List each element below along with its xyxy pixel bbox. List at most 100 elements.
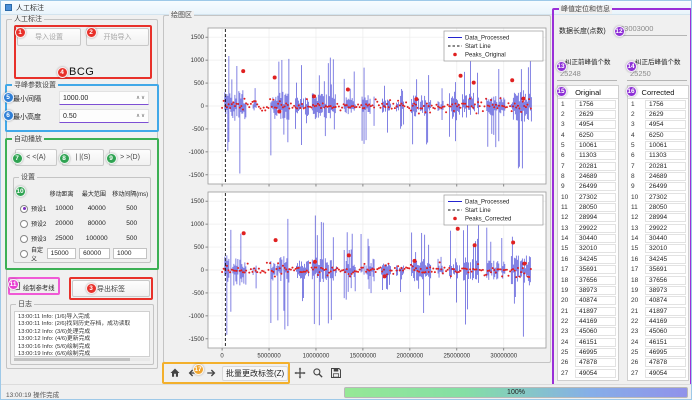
table-row: 11756 bbox=[558, 99, 618, 109]
table-row: 2141897 bbox=[558, 306, 618, 316]
annotation-circle-15: 15 bbox=[556, 86, 567, 97]
data-length-label: 数据长度(点数) bbox=[559, 26, 606, 36]
spin-down-icon[interactable]: ∨ bbox=[141, 113, 145, 119]
forward-arrow-icon[interactable] bbox=[204, 367, 217, 380]
table-row: 1735691 bbox=[558, 265, 618, 275]
peak-value-cell[interactable]: 10061 bbox=[645, 141, 686, 150]
preset-value[interactable]: 1000 bbox=[113, 248, 147, 259]
peak-value-cell[interactable]: 6250 bbox=[575, 131, 616, 140]
peak-value-cell[interactable]: 20281 bbox=[645, 162, 686, 171]
peak-value-cell[interactable]: 32010 bbox=[575, 244, 616, 253]
min-height-spinner[interactable]: 0.50 ∧ ∨ bbox=[59, 109, 149, 123]
spin-down-icon[interactable]: ∨ bbox=[141, 95, 145, 101]
peak-value-cell[interactable]: 27302 bbox=[575, 193, 616, 202]
peak-value-cell[interactable]: 44169 bbox=[575, 317, 616, 326]
peak-value-cell[interactable]: 38973 bbox=[575, 286, 616, 295]
table-row: 2446151 bbox=[558, 337, 618, 347]
peak-value-cell[interactable]: 35691 bbox=[645, 265, 686, 274]
peak-value-cell[interactable]: 49054 bbox=[575, 369, 616, 378]
preset-radio[interactable] bbox=[20, 235, 28, 243]
export-labels-button[interactable]: 导出标签 bbox=[72, 280, 150, 297]
preset-value: 40000 bbox=[80, 205, 113, 212]
original-peaks-table[interactable]: Original11756226293495446250510061611303… bbox=[557, 85, 619, 381]
pan-icon[interactable] bbox=[293, 367, 306, 380]
log-hscrollbar[interactable] bbox=[14, 358, 150, 361]
peak-value-cell[interactable]: 27302 bbox=[645, 193, 686, 202]
peak-value-cell[interactable]: 29922 bbox=[645, 224, 686, 233]
peak-value-cell[interactable]: 26499 bbox=[645, 182, 686, 191]
preset-value: 20000 bbox=[48, 220, 80, 227]
preset-radio[interactable] bbox=[20, 220, 28, 228]
peak-value-cell[interactable]: 4954 bbox=[645, 120, 686, 129]
peak-value-cell[interactable]: 11303 bbox=[645, 151, 686, 160]
peak-value-cell[interactable]: 26499 bbox=[575, 182, 616, 191]
peak-value-cell[interactable]: 41897 bbox=[575, 307, 616, 316]
peak-value-cell[interactable]: 6250 bbox=[645, 131, 686, 140]
import-settings-button[interactable]: 导入设置 bbox=[17, 28, 81, 46]
preset-value[interactable]: 15000 bbox=[47, 248, 76, 259]
peak-value-cell[interactable]: 28050 bbox=[645, 203, 686, 212]
preset-value[interactable]: 60000 bbox=[79, 248, 110, 259]
spin-up-icon[interactable]: ∧ bbox=[136, 113, 140, 119]
before-count-label: 纠正前峰值个数 bbox=[565, 56, 611, 66]
peak-value-cell[interactable]: 45060 bbox=[645, 327, 686, 336]
min-interval-spinner[interactable]: 1000.00 ∧ ∨ bbox=[59, 91, 149, 105]
peak-value-cell[interactable]: 28050 bbox=[575, 203, 616, 212]
peak-value-cell[interactable]: 40874 bbox=[645, 296, 686, 305]
peak-value-cell[interactable]: 28994 bbox=[645, 213, 686, 222]
svg-text:500: 500 bbox=[194, 81, 205, 87]
peak-value-cell[interactable]: 46151 bbox=[575, 338, 616, 347]
peak-value-cell[interactable]: 37656 bbox=[645, 276, 686, 285]
plot-group: 绘图区 -1500-1000-500050010001500Data_Proce… bbox=[163, 15, 551, 363]
corrected-peaks-table[interactable]: Corrected1175622629349544625051006161130… bbox=[627, 85, 689, 381]
peak-value-cell[interactable]: 34245 bbox=[645, 255, 686, 264]
preset-radio[interactable] bbox=[20, 250, 28, 258]
spin-up-icon[interactable]: ∧ bbox=[136, 95, 140, 101]
annotation-circle-17: 17 bbox=[193, 364, 204, 375]
peak-value-cell[interactable]: 24689 bbox=[645, 172, 686, 181]
peak-value-cell[interactable]: 10061 bbox=[575, 141, 616, 150]
peak-value-cell[interactable]: 28994 bbox=[575, 213, 616, 222]
home-icon[interactable] bbox=[168, 367, 181, 380]
peak-value-cell[interactable]: 20281 bbox=[575, 162, 616, 171]
table-row: 720281 bbox=[558, 161, 618, 171]
table-row: 2040874 bbox=[628, 296, 688, 306]
peak-value-cell[interactable]: 37656 bbox=[575, 276, 616, 285]
peak-value-cell[interactable]: 46995 bbox=[575, 348, 616, 357]
peak-value-cell[interactable]: 2629 bbox=[645, 110, 686, 119]
log-list[interactable]: 13:00:11 Info: (1/6)导入完成13:00:11 Info: (… bbox=[14, 311, 150, 357]
signal-charts[interactable]: -1500-1000-500050010001500Data_Processed… bbox=[164, 20, 552, 364]
peak-value-cell[interactable]: 34245 bbox=[575, 255, 616, 264]
peak-value-cell[interactable]: 49054 bbox=[645, 369, 686, 378]
peak-value-cell[interactable]: 4954 bbox=[575, 120, 616, 129]
peak-value-cell[interactable]: 24689 bbox=[575, 172, 616, 181]
peak-value-cell[interactable]: 30440 bbox=[575, 234, 616, 243]
magnifier-icon[interactable] bbox=[311, 367, 324, 380]
peak-value-cell[interactable]: 1756 bbox=[575, 100, 616, 109]
peak-value-cell[interactable]: 40874 bbox=[575, 296, 616, 305]
peak-value-cell[interactable]: 1756 bbox=[645, 100, 686, 109]
peak-value-cell[interactable]: 47878 bbox=[645, 358, 686, 367]
peak-value-cell[interactable]: 2629 bbox=[575, 110, 616, 119]
peak-value-cell[interactable]: 41897 bbox=[645, 307, 686, 316]
table-row: 2446151 bbox=[628, 337, 688, 347]
peak-value-cell[interactable]: 30440 bbox=[645, 234, 686, 243]
peak-value-cell[interactable]: 44169 bbox=[645, 317, 686, 326]
preset-radio[interactable] bbox=[20, 205, 28, 213]
peak-value-cell[interactable]: 32010 bbox=[645, 244, 686, 253]
batch-edit-labels-button[interactable]: 批量更改标签(Z) bbox=[222, 366, 288, 381]
table-row: 46250 bbox=[558, 130, 618, 140]
peak-value-cell[interactable]: 45060 bbox=[575, 327, 616, 336]
peak-value-cell[interactable]: 11303 bbox=[575, 151, 616, 160]
peak-value-cell[interactable]: 47878 bbox=[575, 358, 616, 367]
titlebar[interactable]: 人工标注 bbox=[1, 1, 691, 15]
save-icon[interactable] bbox=[329, 367, 342, 380]
peak-value-cell[interactable]: 29922 bbox=[575, 224, 616, 233]
peak-value-cell[interactable]: 46995 bbox=[645, 348, 686, 357]
peak-value-cell[interactable]: 38973 bbox=[645, 286, 686, 295]
peak-value-cell[interactable]: 35691 bbox=[575, 265, 616, 274]
peak-value-cell[interactable]: 46151 bbox=[645, 338, 686, 347]
data-length-field[interactable]: 33003000 bbox=[617, 22, 687, 36]
table-row: 2749054 bbox=[628, 368, 688, 378]
log-entry: 13:00:16 Info: (5/6)绘制完成 bbox=[18, 344, 146, 351]
